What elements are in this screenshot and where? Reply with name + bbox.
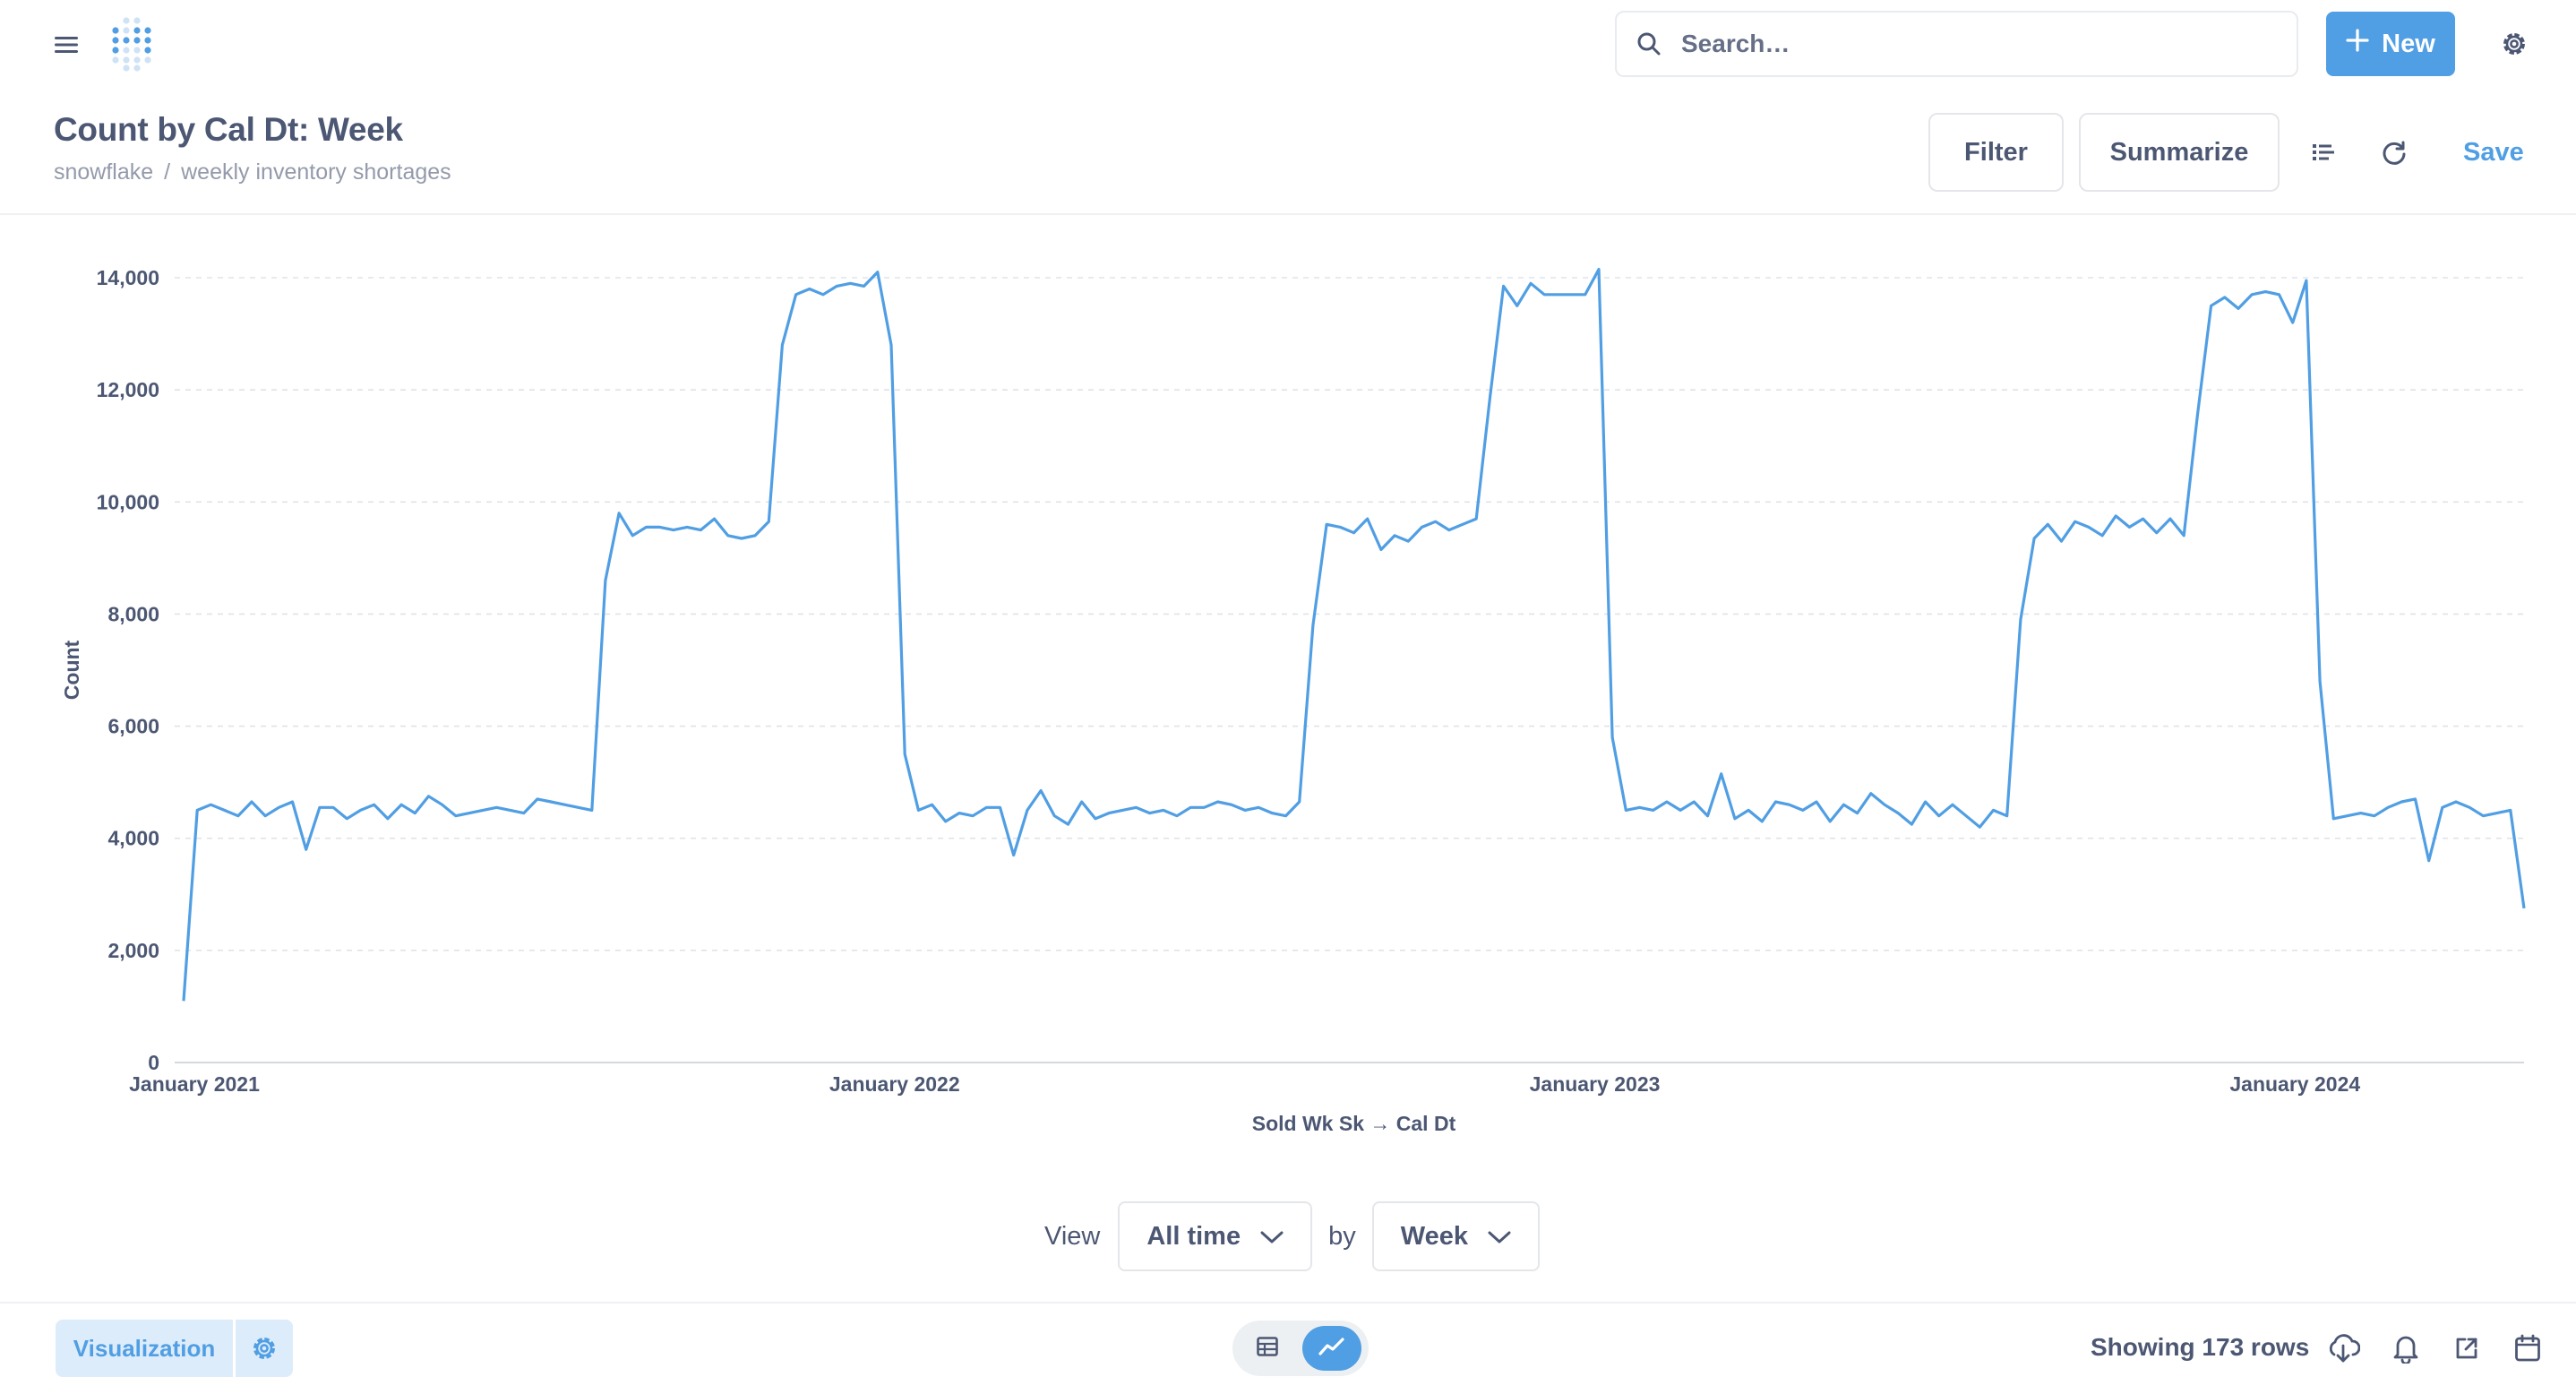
logo-dot (133, 65, 141, 72)
footer-divider (0, 1302, 2576, 1304)
save-button[interactable]: Save (2463, 138, 2524, 168)
logo-dot (133, 56, 141, 64)
line-chart: 02,0004,0006,0008,00010,00012,00014,000 … (60, 266, 2526, 1135)
x-axis-ticks: January 2021 January 2022 January 2023 Janu… (129, 1072, 2360, 1096)
table-icon (1257, 1336, 1278, 1361)
chevron-down-icon (1260, 1222, 1284, 1252)
date-range-select[interactable]: All time (1118, 1201, 1313, 1271)
chart-grid (175, 277, 2524, 951)
logo-dot (144, 56, 151, 64)
line-chart-icon (1318, 1337, 1345, 1361)
logo-dot (123, 65, 130, 72)
gear-icon[interactable] (2494, 23, 2535, 65)
calendar-icon[interactable] (2507, 1328, 2548, 1369)
breadcrumb: snowflake / weekly inventory shortages (54, 159, 451, 185)
x-tick-label: January 2024 (2229, 1072, 2360, 1096)
breadcrumb-database[interactable]: snowflake (54, 159, 153, 185)
summarize-button[interactable]: Summarize (2079, 113, 2280, 192)
date-range-value: All time (1146, 1221, 1241, 1251)
y-tick-label: 6,000 (107, 715, 159, 738)
bell-icon[interactable] (2385, 1328, 2426, 1369)
logo-dot (123, 37, 130, 44)
new-button-label: New (2382, 29, 2435, 58)
logo-dot (123, 47, 130, 54)
question-title: Count by Cal Dt: Week (54, 111, 403, 148)
logo-dot (123, 17, 130, 24)
logo-dot (123, 27, 130, 34)
breadcrumb-table[interactable]: weekly inventory shortages (181, 159, 451, 185)
logo-dot (133, 37, 141, 44)
search-input[interactable] (1681, 30, 2254, 58)
visualization-settings-gear-icon[interactable] (236, 1320, 293, 1377)
x-axis-label: Sold Wk Sk → Cal Dt (1252, 1112, 1456, 1135)
y-tick-label: 4,000 (107, 827, 159, 850)
y-axis-label: Count (60, 640, 83, 700)
logo-dot (144, 47, 151, 54)
x-tick-label: January 2022 (829, 1072, 960, 1096)
row-count: Showing 173 rows (2091, 1333, 2310, 1361)
search-icon (1617, 13, 1681, 75)
filter-button[interactable]: Filter (1928, 113, 2064, 192)
logo-dot (112, 37, 119, 44)
logo-dot (112, 47, 119, 54)
logo-dot (144, 27, 151, 34)
y-tick-label: 0 (148, 1051, 159, 1074)
logo-dot (133, 47, 141, 54)
y-tick-label: 2,000 (107, 939, 159, 962)
chart-view-toggle[interactable] (1302, 1326, 1361, 1371)
list-icon[interactable] (2304, 133, 2343, 172)
display-toggle (1232, 1321, 1369, 1376)
search-bar[interactable] (1615, 11, 2298, 77)
breadcrumb-separator: / (164, 159, 171, 185)
logo-dot (112, 56, 119, 64)
table-view-toggle[interactable] (1238, 1326, 1297, 1371)
series-line-count[interactable] (182, 268, 2526, 1002)
x-tick-label: January 2023 (1530, 1072, 1661, 1096)
plus-icon (2346, 29, 2369, 59)
time-granularity-controls: View All time by Week (1044, 1200, 1540, 1272)
y-tick-label: 8,000 (107, 602, 159, 625)
logo-dot (144, 37, 151, 44)
y-tick-label: 12,000 (97, 378, 159, 401)
logo-dot (133, 27, 141, 34)
top-navigation: New (0, 0, 2576, 88)
new-button[interactable]: New (2326, 12, 2455, 76)
y-tick-label: 10,000 (97, 490, 159, 513)
share-icon[interactable] (2446, 1328, 2487, 1369)
logo-dot (123, 56, 130, 64)
by-label: by (1328, 1221, 1356, 1251)
time-unit-select[interactable]: Week (1371, 1201, 1540, 1271)
y-axis-ticks: 0 2,000 4,000 6,000 8,000 10,000 12,000 14,000 (97, 266, 159, 1074)
menu-icon[interactable] (47, 25, 86, 65)
x-tick-label: January 2021 (129, 1072, 260, 1096)
logo-dot (133, 17, 141, 24)
visualization-button[interactable]: Visualization (56, 1320, 233, 1377)
download-icon[interactable] (2323, 1328, 2364, 1369)
view-label: View (1044, 1221, 1101, 1251)
y-tick-label: 14,000 (97, 266, 159, 289)
time-unit-value: Week (1400, 1221, 1468, 1251)
metabase-logo[interactable] (100, 13, 163, 75)
refresh-icon[interactable] (2374, 133, 2415, 174)
chevron-down-icon (1488, 1222, 1511, 1252)
logo-dot (112, 27, 119, 34)
